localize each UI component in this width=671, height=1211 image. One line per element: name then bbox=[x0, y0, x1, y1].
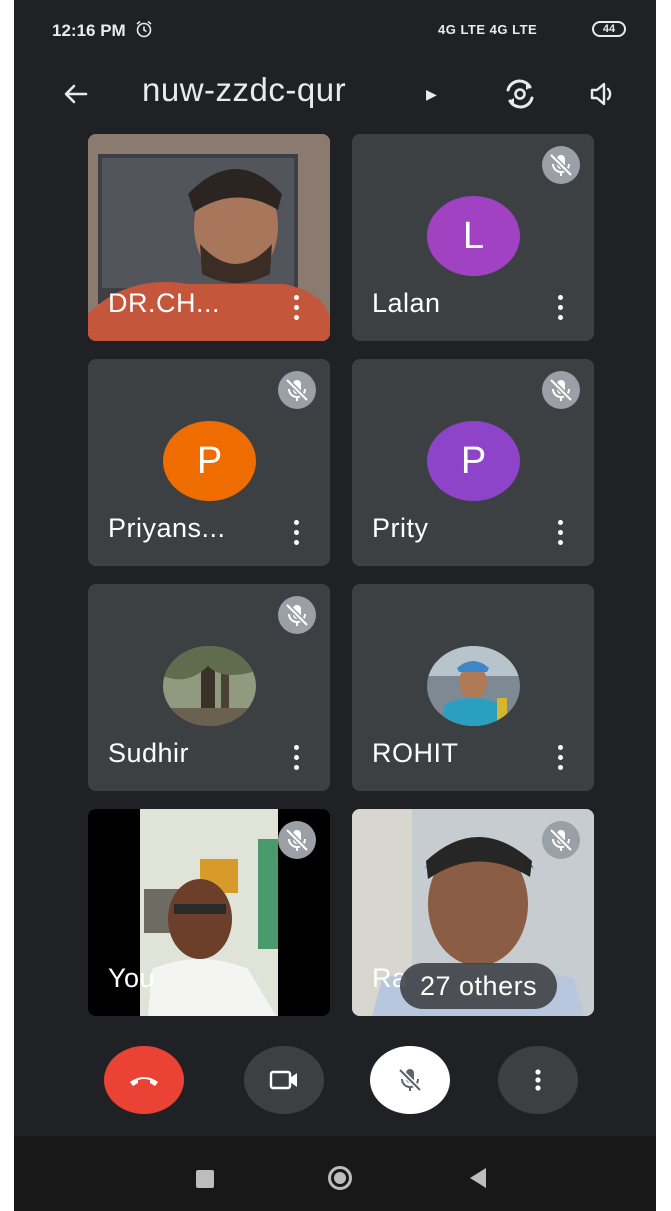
end-call-button[interactable] bbox=[104, 1046, 184, 1114]
end-call-icon bbox=[130, 1077, 158, 1086]
meeting-code[interactable]: nuw-zzdc-qur bbox=[142, 71, 346, 109]
avatar: L bbox=[427, 196, 520, 276]
participant-name: ROHIT bbox=[372, 738, 459, 768]
avatar bbox=[427, 646, 520, 726]
system-nav-bar bbox=[14, 1136, 656, 1211]
participant-tile[interactable]: Sudhir bbox=[88, 584, 330, 791]
speaker-icon[interactable] bbox=[586, 78, 618, 110]
participant-name: Sudhir bbox=[108, 738, 190, 768]
more-options-icon[interactable] bbox=[556, 295, 564, 321]
mic-off-icon bbox=[542, 371, 580, 409]
participant-tile[interactable]: P Prity bbox=[352, 359, 594, 566]
mic-off-icon bbox=[542, 821, 580, 859]
participant-tile[interactable]: ROHIT bbox=[352, 584, 594, 791]
self-view-tile[interactable]: You bbox=[88, 809, 330, 1016]
battery-indicator: 44 bbox=[592, 21, 626, 37]
avatar: P bbox=[163, 421, 256, 501]
meet-screen: 12:16 PM 4G LTE 4G LTE 44 nuw-zzdc-qur ▶ bbox=[14, 0, 656, 1211]
avatar: P bbox=[427, 421, 520, 501]
meeting-info-caret-icon[interactable]: ▶ bbox=[426, 86, 437, 103]
more-options-icon[interactable] bbox=[292, 295, 300, 321]
alarm-icon bbox=[136, 20, 152, 38]
more-options-icon[interactable] bbox=[556, 520, 564, 546]
participant-tile[interactable]: P Priyans... bbox=[88, 359, 330, 566]
more-options-button[interactable] bbox=[498, 1046, 578, 1114]
status-bar: 12:16 PM 4G LTE 4G LTE 44 bbox=[14, 0, 656, 62]
participant-name: Prity bbox=[372, 513, 429, 543]
participant-tile[interactable]: L Lalan bbox=[352, 134, 594, 341]
more-options-icon[interactable] bbox=[556, 745, 564, 771]
status-time: 12:16 PM bbox=[52, 21, 126, 40]
others-count-chip[interactable]: 27 others bbox=[400, 963, 558, 1009]
participant-tile[interactable]: Ra 27 others bbox=[352, 809, 594, 1016]
mic-off-icon bbox=[278, 821, 316, 859]
mic-off-icon bbox=[398, 1068, 422, 1092]
call-controls bbox=[14, 1046, 656, 1126]
home-icon[interactable] bbox=[328, 1166, 352, 1190]
participant-name: DR.CH... bbox=[108, 288, 220, 318]
back-arrow-icon[interactable] bbox=[60, 78, 92, 110]
more-options-icon[interactable] bbox=[292, 745, 300, 771]
camera-toggle-button[interactable] bbox=[244, 1046, 324, 1114]
participant-name: Lalan bbox=[372, 288, 441, 318]
back-icon[interactable] bbox=[470, 1168, 486, 1188]
mic-off-icon bbox=[278, 371, 316, 409]
mic-toggle-button[interactable] bbox=[370, 1046, 450, 1114]
more-options-icon[interactable] bbox=[292, 520, 300, 546]
participant-name: Priyans... bbox=[108, 513, 226, 543]
avatar bbox=[163, 646, 256, 726]
switch-camera-icon[interactable] bbox=[502, 76, 538, 112]
camera-icon bbox=[269, 1070, 297, 1090]
mic-off-icon bbox=[542, 146, 580, 184]
mic-off-icon bbox=[278, 596, 316, 634]
network-status: 4G LTE 4G LTE bbox=[438, 22, 538, 37]
participant-name: You bbox=[108, 963, 156, 993]
participant-tile[interactable]: DR.CH... bbox=[88, 134, 330, 341]
recents-icon[interactable] bbox=[196, 1170, 214, 1188]
more-options-icon bbox=[535, 1069, 541, 1091]
meeting-header: nuw-zzdc-qur ▶ bbox=[14, 66, 656, 122]
